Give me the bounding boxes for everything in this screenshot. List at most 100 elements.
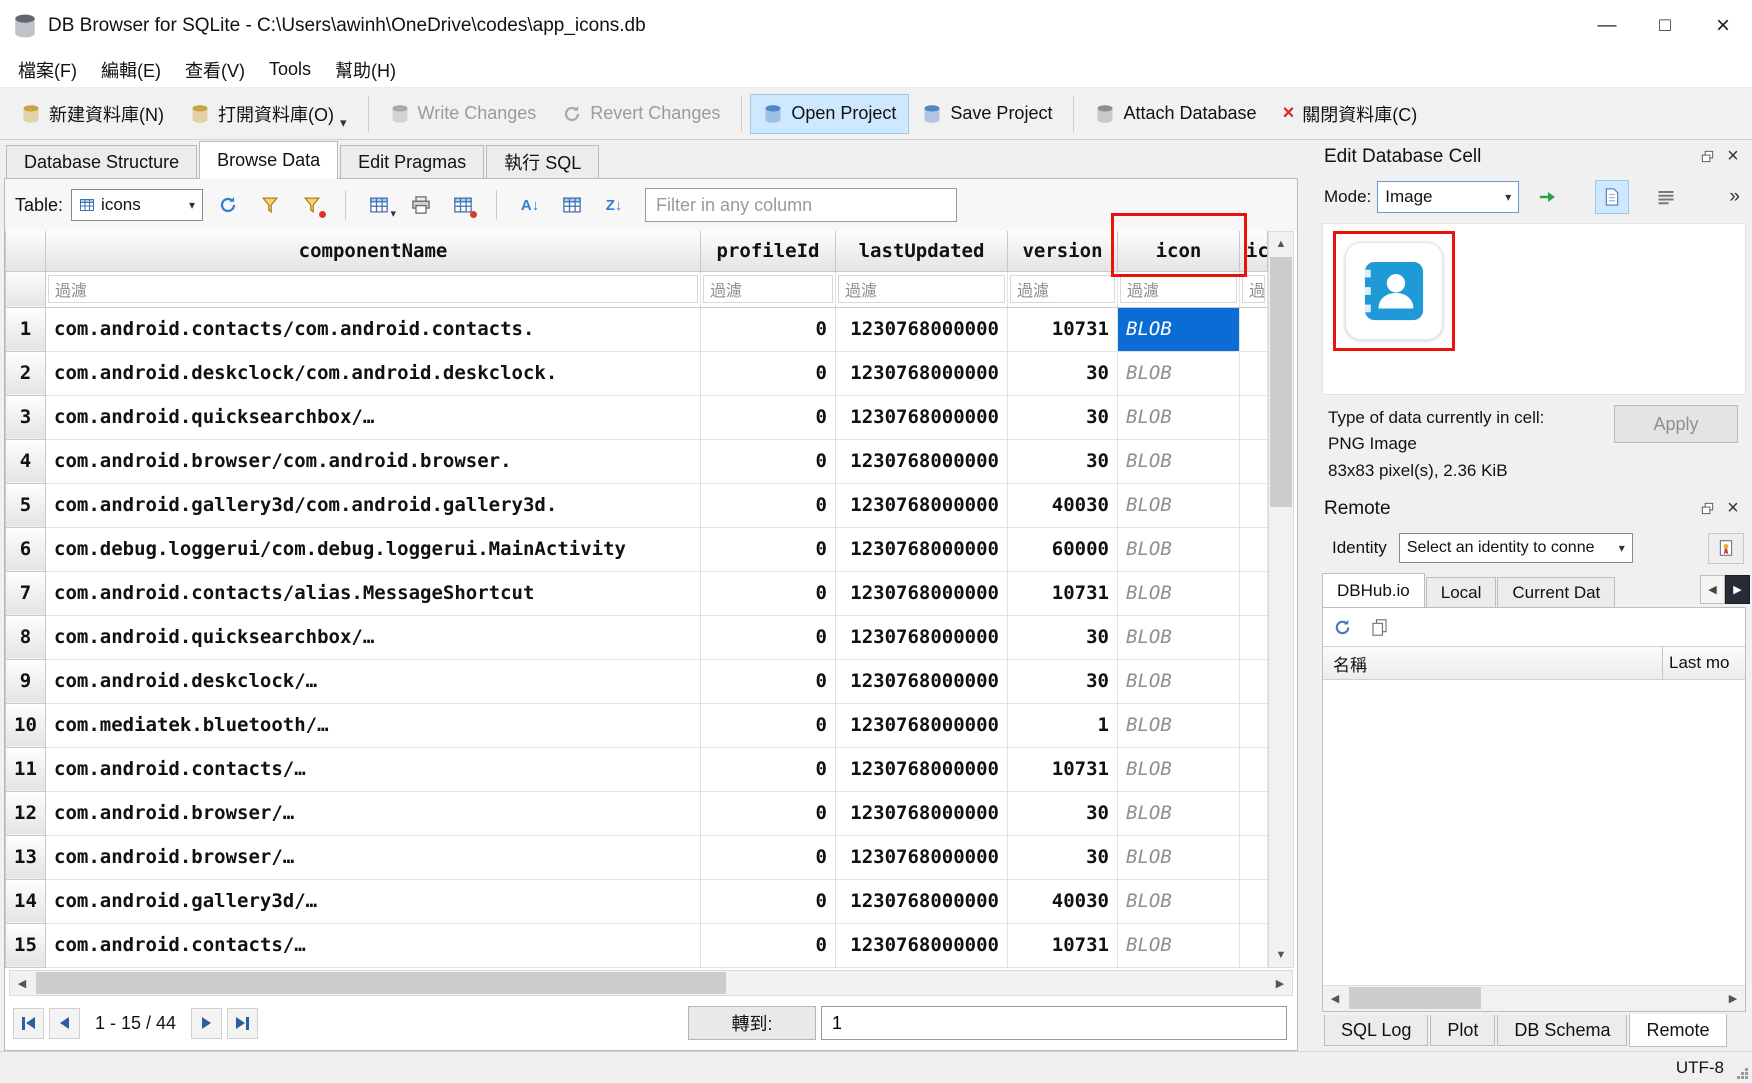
cell-profileId[interactable]: 0: [701, 703, 836, 747]
tab-sql-log[interactable]: SQL Log: [1324, 1015, 1428, 1046]
cell-version[interactable]: 40030: [1008, 483, 1118, 527]
cell-lastUpdated[interactable]: 1230768000000: [836, 483, 1008, 527]
cell-lastUpdated[interactable]: 1230768000000: [836, 527, 1008, 571]
cell-componentName[interactable]: com.android.contacts/…: [46, 747, 701, 791]
cell-icon[interactable]: BLOB: [1118, 615, 1240, 659]
cell-icon[interactable]: BLOB: [1118, 483, 1240, 527]
cell-profileId[interactable]: 0: [701, 747, 836, 791]
cell-icon[interactable]: BLOB: [1118, 703, 1240, 747]
cell-componentName[interactable]: com.android.quicksearchbox/…: [46, 615, 701, 659]
remote-horizontal-scrollbar[interactable]: ◀ ▶: [1323, 985, 1745, 1011]
previous-page-button[interactable]: [49, 1008, 80, 1039]
cell-clipped[interactable]: [1240, 659, 1268, 703]
row-number[interactable]: 13: [6, 835, 46, 879]
toolbar-extension-icon[interactable]: »: [1729, 186, 1744, 208]
cell-version[interactable]: 60000: [1008, 527, 1118, 571]
insert-record-button[interactable]: ▾: [362, 188, 396, 222]
cell-clipped[interactable]: [1240, 351, 1268, 395]
cell-profileId[interactable]: 0: [701, 483, 836, 527]
cell-profileId[interactable]: 0: [701, 571, 836, 615]
cell-icon[interactable]: BLOB: [1118, 791, 1240, 835]
cell-componentName[interactable]: com.android.gallery3d/com.android.galler…: [46, 483, 701, 527]
close-database-button[interactable]: × 關閉資料庫(C): [1270, 94, 1431, 134]
revert-changes-button[interactable]: Revert Changes: [549, 94, 733, 134]
write-changes-button[interactable]: Write Changes: [377, 94, 550, 134]
cell-version[interactable]: 1: [1008, 703, 1118, 747]
cell-lastUpdated[interactable]: 1230768000000: [836, 747, 1008, 791]
cell-lastUpdated[interactable]: 1230768000000: [836, 571, 1008, 615]
word-wrap-button[interactable]: [1649, 180, 1683, 214]
attach-database-button[interactable]: Attach Database: [1082, 94, 1269, 134]
save-project-button[interactable]: Save Project: [909, 94, 1065, 134]
import-certificate-button[interactable]: [1708, 533, 1744, 564]
cell-icon[interactable]: BLOB: [1118, 351, 1240, 395]
tab-local[interactable]: Local: [1426, 577, 1497, 607]
cell-profileId[interactable]: 0: [701, 879, 836, 923]
menu-tools[interactable]: Tools: [257, 54, 323, 85]
cell-icon[interactable]: BLOB: [1118, 307, 1240, 351]
scroll-left-icon[interactable]: ◀: [10, 971, 34, 995]
cell-version[interactable]: 40030: [1008, 879, 1118, 923]
row-number[interactable]: 14: [6, 879, 46, 923]
row-number[interactable]: 2: [6, 351, 46, 395]
column-header-lastUpdated[interactable]: lastUpdated: [836, 231, 1008, 271]
cell-version[interactable]: 30: [1008, 835, 1118, 879]
global-filter-input[interactable]: [645, 188, 957, 222]
cell-clipped[interactable]: [1240, 791, 1268, 835]
cell-lastUpdated[interactable]: 1230768000000: [836, 351, 1008, 395]
cell-componentName[interactable]: com.android.contacts/com.android.contact…: [46, 307, 701, 351]
cell-clipped[interactable]: [1240, 307, 1268, 351]
sort-ascending-button[interactable]: A↓: [513, 188, 547, 222]
goto-record-input[interactable]: [821, 1006, 1287, 1040]
filter-lastUpdated[interactable]: 過濾: [836, 271, 1008, 307]
remote-file-list[interactable]: [1323, 680, 1745, 985]
menu-view[interactable]: 查看(V): [173, 52, 257, 88]
cell-componentName[interactable]: com.android.deskclock/com.android.deskcl…: [46, 351, 701, 395]
cell-profileId[interactable]: 0: [701, 923, 836, 967]
cell-clipped[interactable]: [1240, 483, 1268, 527]
cell-version[interactable]: 30: [1008, 439, 1118, 483]
cell-lastUpdated[interactable]: 1230768000000: [836, 835, 1008, 879]
cell-icon[interactable]: BLOB: [1118, 879, 1240, 923]
cell-icon[interactable]: BLOB: [1118, 571, 1240, 615]
next-page-button[interactable]: [191, 1008, 222, 1039]
cell-version[interactable]: 10731: [1008, 307, 1118, 351]
menu-help[interactable]: 幫助(H): [323, 52, 408, 88]
float-dock-button[interactable]: [1694, 496, 1720, 522]
tab-dbhub[interactable]: DBHub.io: [1322, 573, 1425, 607]
cell-lastUpdated[interactable]: 1230768000000: [836, 439, 1008, 483]
cell-version[interactable]: 10731: [1008, 747, 1118, 791]
cell-profileId[interactable]: 0: [701, 659, 836, 703]
float-dock-button[interactable]: [1694, 144, 1720, 170]
cell-lastUpdated[interactable]: 1230768000000: [836, 923, 1008, 967]
scroll-right-icon[interactable]: ▶: [1268, 971, 1292, 995]
cell-profileId[interactable]: 0: [701, 791, 836, 835]
cell-componentName[interactable]: com.android.contacts/…: [46, 923, 701, 967]
cell-profileId[interactable]: 0: [701, 439, 836, 483]
row-number[interactable]: 4: [6, 439, 46, 483]
open-database-button[interactable]: 打開資料庫(O) ▾: [177, 94, 360, 134]
column-header-profileId[interactable]: profileId: [701, 231, 836, 271]
maximize-button[interactable]: □: [1636, 0, 1694, 52]
open-project-button[interactable]: Open Project: [750, 94, 909, 134]
cell-version[interactable]: 30: [1008, 351, 1118, 395]
delete-record-button[interactable]: [446, 188, 480, 222]
filter-componentName[interactable]: 過濾: [46, 271, 701, 307]
tab-db-schema[interactable]: DB Schema: [1497, 1015, 1627, 1046]
cell-lastUpdated[interactable]: 1230768000000: [836, 879, 1008, 923]
cell-componentName[interactable]: com.android.quicksearchbox/…: [46, 395, 701, 439]
column-header-icon[interactable]: icon: [1118, 231, 1240, 271]
tab-database-structure[interactable]: Database Structure: [6, 145, 197, 178]
remote-scroll-thumb[interactable]: [1349, 987, 1481, 1009]
cell-componentName[interactable]: com.debug.loggerui/com.debug.loggerui.Ma…: [46, 527, 701, 571]
last-modified-column-header[interactable]: Last mo: [1663, 647, 1745, 679]
filter-clipped[interactable]: 過濾: [1240, 271, 1268, 307]
save-filter-button[interactable]: [295, 188, 329, 222]
cell-profileId[interactable]: 0: [701, 395, 836, 439]
tab-execute-sql[interactable]: 執行 SQL: [486, 145, 599, 178]
cell-icon[interactable]: BLOB: [1118, 439, 1240, 483]
cell-componentName[interactable]: com.android.browser/com.android.browser.: [46, 439, 701, 483]
mode-select[interactable]: Image ▾: [1377, 181, 1519, 213]
sort-descending-button[interactable]: Z↓: [597, 188, 631, 222]
tab-edit-pragmas[interactable]: Edit Pragmas: [340, 145, 484, 178]
